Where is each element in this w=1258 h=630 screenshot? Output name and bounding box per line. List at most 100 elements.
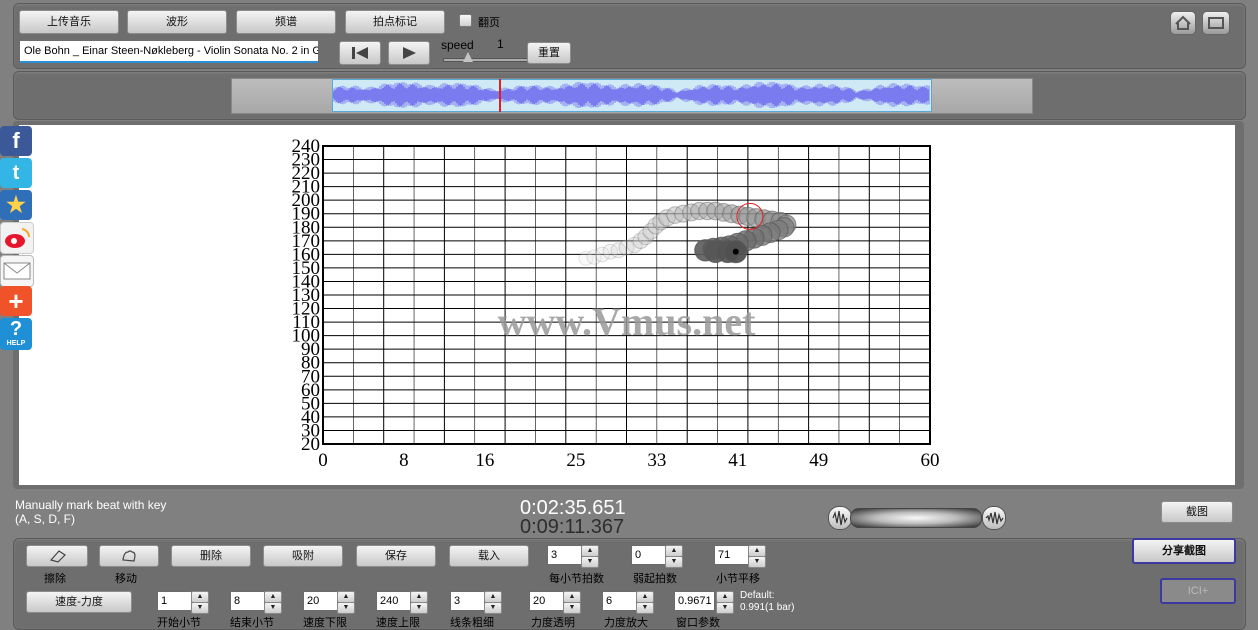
decrement-arrow-icon[interactable]: ▼ xyxy=(484,602,502,614)
tempo-chart[interactable]: 2030405060708090100110120130140150160170… xyxy=(19,125,1235,485)
flip-page-checkbox[interactable] xyxy=(459,14,472,27)
line-width-input[interactable]: 3 xyxy=(450,591,485,611)
end-bar-stepper[interactable]: 8 ▲ ▼ xyxy=(230,591,282,614)
mail-icon[interactable] xyxy=(0,255,34,287)
x-tick-label: 16 xyxy=(475,450,494,471)
eraser-icon xyxy=(49,550,66,563)
x-tick-label: 33 xyxy=(647,450,666,471)
pickup-beats-input[interactable]: 0 xyxy=(631,545,666,565)
x-tick-label: 25 xyxy=(566,450,585,471)
volume-slider[interactable] xyxy=(850,508,982,528)
beats-per-bar-stepper[interactable]: 3 ▲ ▼ xyxy=(547,545,599,568)
delete-button[interactable]: 删除 xyxy=(171,545,251,567)
skip-to-start-button[interactable] xyxy=(339,41,381,65)
force-scale-stepper[interactable]: 6 ▲ ▼ xyxy=(602,591,654,614)
decrement-arrow-icon[interactable]: ▼ xyxy=(264,602,282,614)
fullscreen-icon[interactable] xyxy=(1202,11,1230,35)
facebook-icon[interactable]: f xyxy=(0,126,32,156)
end-bar-input[interactable]: 8 xyxy=(230,591,265,611)
force-alpha-label: 力度透明 xyxy=(531,617,575,629)
save-button[interactable]: 保存 xyxy=(356,545,436,567)
add-share-icon[interactable]: + xyxy=(0,286,32,316)
help-icon[interactable]: ? HELP xyxy=(0,318,32,350)
play-button[interactable] xyxy=(388,41,430,65)
snap-button[interactable]: 吸附 xyxy=(263,545,343,567)
decrement-arrow-icon[interactable]: ▼ xyxy=(410,602,428,614)
start-bar-label: 开始小节 xyxy=(157,617,201,629)
window-param-label: 窗口参数 xyxy=(676,617,720,629)
decrement-arrow-icon[interactable]: ▼ xyxy=(748,556,766,568)
force-scale-label: 力度放大 xyxy=(604,617,648,629)
pickup-beats-stepper[interactable]: 0 ▲ ▼ xyxy=(631,545,683,568)
track-title-field[interactable]: Ole Bohn _ Einar Steen-Nøkleberg - Violi… xyxy=(20,41,318,63)
speed-slider-thumb[interactable] xyxy=(463,52,473,62)
watermark-text: www.Vmus.net xyxy=(498,299,756,344)
x-tick-label: 60 xyxy=(921,450,940,471)
start-bar-stepper[interactable]: 1 ▲ ▼ xyxy=(157,591,209,614)
speed-slider-track[interactable] xyxy=(443,58,532,62)
speed-max-stepper[interactable]: 240 ▲ ▼ xyxy=(376,591,428,614)
speed-max-input[interactable]: 240 xyxy=(376,591,411,611)
help-label: HELP xyxy=(6,340,26,347)
speed-value: 1 xyxy=(497,37,504,51)
load-button[interactable]: 载入 xyxy=(449,545,529,567)
bar-shift-stepper[interactable]: 71 ▲ ▼ xyxy=(714,545,766,568)
weibo-icon[interactable] xyxy=(0,222,34,254)
total-time: 0:09:11.367 xyxy=(520,516,625,538)
force-alpha-stepper[interactable]: 20 ▲ ▼ xyxy=(529,591,581,614)
speed-max-label: 速度上限 xyxy=(376,617,420,629)
x-tick-label: 0 xyxy=(318,450,328,471)
decrement-arrow-icon[interactable]: ▼ xyxy=(636,602,654,614)
waveform-button[interactable]: 波形 xyxy=(127,10,227,34)
line-width-stepper[interactable]: 3 ▲ ▼ xyxy=(450,591,502,614)
play-icon xyxy=(403,47,416,59)
waveform-graphic xyxy=(333,82,930,108)
beats-per-bar-input[interactable]: 3 xyxy=(547,545,582,565)
waveform-small-icon xyxy=(828,506,852,530)
bar-shift-input[interactable]: 71 xyxy=(714,545,749,565)
move-label: 移动 xyxy=(115,573,137,585)
erase-label: 擦除 xyxy=(44,573,66,585)
decrement-arrow-icon[interactable]: ▼ xyxy=(581,556,599,568)
share-screenshot-button[interactable]: 分享截图 xyxy=(1132,538,1236,564)
reset-speed-button[interactable]: 重置 xyxy=(527,42,571,64)
decrement-arrow-icon[interactable]: ▼ xyxy=(191,602,209,614)
upload-music-button[interactable]: 上传音乐 xyxy=(19,10,119,34)
x-tick-label: 41 xyxy=(728,450,747,471)
erase-tool-button[interactable] xyxy=(26,545,88,567)
line-width-label: 线条粗细 xyxy=(450,617,494,629)
decrement-arrow-icon[interactable]: ▼ xyxy=(665,556,683,568)
flip-page-label: 翻页 xyxy=(478,17,500,29)
screenshot-button[interactable]: 截图 xyxy=(1161,501,1233,523)
decrement-arrow-icon[interactable]: ▼ xyxy=(716,602,734,614)
move-tool-button[interactable] xyxy=(99,545,159,567)
decrement-arrow-icon[interactable]: ▼ xyxy=(337,602,355,614)
skip-back-icon xyxy=(352,47,368,59)
speed-force-button[interactable]: 速度-力度 xyxy=(26,591,132,613)
home-icon[interactable] xyxy=(1170,11,1196,35)
waveform-large-icon xyxy=(982,506,1006,530)
end-bar-label: 结束小节 xyxy=(230,617,274,629)
x-tick-label: 49 xyxy=(809,450,828,471)
speed-min-label: 速度下限 xyxy=(303,617,347,629)
ici-plus-button[interactable]: ICI+ xyxy=(1160,578,1236,604)
force-scale-input[interactable]: 6 xyxy=(602,591,637,611)
x-tick-label: 8 xyxy=(399,450,409,471)
beat-mark-button[interactable]: 拍点标记 xyxy=(345,10,445,34)
playhead-cursor[interactable] xyxy=(499,79,501,112)
beats-per-bar-label: 每小节拍数 xyxy=(549,573,604,585)
decrement-arrow-icon[interactable]: ▼ xyxy=(563,602,581,614)
window-param-input[interactable]: 0.9671 xyxy=(674,591,715,611)
volume-knob[interactable] xyxy=(828,506,1006,530)
start-bar-input[interactable]: 1 xyxy=(157,591,192,611)
beat-hint-line1: Manually mark beat with key xyxy=(15,498,167,512)
favorite-star-icon[interactable]: ★ xyxy=(0,190,32,220)
force-alpha-input[interactable]: 20 xyxy=(529,591,564,611)
twitter-icon[interactable]: t xyxy=(0,158,32,188)
window-param-stepper[interactable]: 0.9671 ▲ ▼ xyxy=(674,591,736,614)
speed-min-stepper[interactable]: 20 ▲ ▼ xyxy=(303,591,355,614)
spectrum-button[interactable]: 频谱 xyxy=(236,10,336,34)
speed-min-input[interactable]: 20 xyxy=(303,591,338,611)
pickup-beats-label: 弱起拍数 xyxy=(633,573,677,585)
beat-hint-line2: (A, S, D, F) xyxy=(15,512,75,526)
